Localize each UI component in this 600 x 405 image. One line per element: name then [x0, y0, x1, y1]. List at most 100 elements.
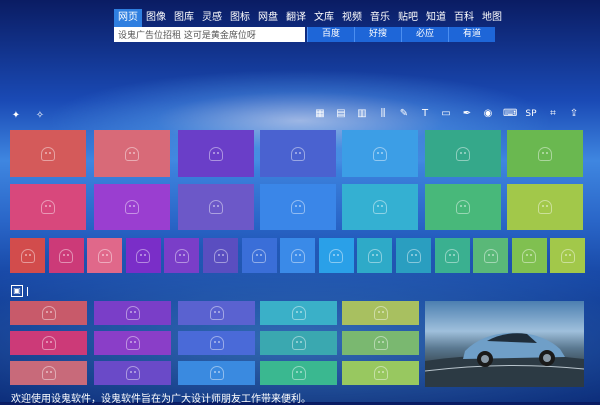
tab-translate[interactable]: 翻译 — [282, 9, 310, 27]
shortcut-tile-small[interactable] — [125, 238, 161, 273]
shortcut-tile-small[interactable] — [511, 238, 547, 273]
tab-video[interactable]: 视频 — [338, 9, 366, 27]
shortcut-tile[interactable] — [342, 130, 418, 177]
section2-header: ▣ — [11, 285, 28, 297]
equalizer-icon[interactable]: ⫼ — [377, 108, 389, 120]
ghost-logo-icon — [209, 146, 223, 161]
shortcut-tile-wide[interactable] — [260, 331, 337, 355]
shortcut-tile-wide[interactable] — [10, 361, 87, 385]
keyboard-icon[interactable]: ⌨ — [503, 108, 517, 120]
shortcut-tile-small[interactable] — [318, 238, 354, 273]
ghost-logo-icon — [291, 146, 305, 161]
search-input[interactable] — [114, 27, 305, 42]
ghost-logo-icon — [41, 306, 56, 320]
note-icon[interactable]: ▭ — [440, 108, 452, 120]
tab-tieba[interactable]: 贴吧 — [394, 9, 422, 27]
toolbar: ✦ ✧ ▦ ▤ ▥ ⫼ ✎ T ▭ ✒ ◉ ⌨ SP ⌗ ⇪ — [0, 108, 600, 124]
shortcut-tile[interactable] — [94, 184, 170, 230]
shortcut-tile-small[interactable] — [280, 238, 316, 273]
ghost-logo-icon — [209, 366, 224, 380]
shortcut-tile-small[interactable] — [48, 238, 84, 273]
shortcut-tile-wide[interactable] — [10, 301, 87, 325]
shortcut-tile-small[interactable] — [396, 238, 431, 273]
pencil-icon[interactable]: ✎ — [398, 108, 410, 120]
tab-map[interactable]: 地图 — [478, 9, 506, 27]
shortcut-tile-small[interactable] — [241, 238, 277, 273]
ghost-logo-icon — [291, 200, 305, 214]
shortcut-tile-wide[interactable] — [342, 361, 419, 385]
calculator-icon[interactable]: ▦ — [314, 108, 326, 120]
ghost-logo-icon — [291, 306, 306, 320]
engine-bing-button[interactable]: 必应 — [401, 27, 448, 42]
ghost-logo-icon — [406, 248, 421, 263]
tab-gallery[interactable]: 图库 — [170, 9, 198, 27]
tab-inspiration[interactable]: 灵感 — [198, 9, 226, 27]
tab-zhidao[interactable]: 知道 — [422, 9, 450, 27]
shortcut-tile-wide[interactable] — [260, 361, 337, 385]
shortcut-tile[interactable] — [10, 130, 86, 177]
ghost-logo-icon — [41, 200, 55, 214]
sp-icon[interactable]: SP — [524, 108, 538, 120]
export-icon[interactable]: ⇪ — [568, 108, 580, 120]
sports-car-image[interactable] — [425, 301, 584, 387]
shortcut-tile[interactable] — [260, 184, 336, 230]
ghost-logo-icon — [445, 248, 460, 263]
compass-icon[interactable]: ✦ — [10, 110, 22, 122]
color-wheel-icon[interactable]: ◉ — [482, 108, 494, 120]
engine-haosou-button[interactable]: 好搜 — [354, 27, 401, 42]
crop-icon[interactable]: ⌗ — [547, 108, 559, 120]
shortcut-tile-small[interactable] — [164, 238, 200, 273]
tab-web[interactable]: 网页 — [114, 9, 142, 27]
shortcut-tile[interactable] — [260, 130, 336, 177]
shortcut-tile-small[interactable] — [550, 238, 586, 273]
ghost-logo-icon — [291, 336, 306, 350]
shortcut-tile-wide[interactable] — [178, 301, 255, 325]
engine-youdao-button[interactable]: 有道 — [448, 27, 495, 42]
shortcut-tile-small[interactable] — [434, 238, 470, 273]
text-tool-icon[interactable]: T — [419, 108, 431, 120]
shortcut-tile-wide[interactable] — [342, 301, 419, 325]
engine-baidu-button[interactable]: 百度 — [307, 27, 354, 42]
tab-images[interactable]: 图像 — [142, 9, 170, 27]
shortcut-tile-wide[interactable] — [94, 301, 171, 325]
ghost-logo-icon — [125, 200, 139, 214]
tab-baike[interactable]: 百科 — [450, 9, 478, 27]
shortcut-tile[interactable] — [425, 184, 501, 230]
ghost-logo-icon — [538, 146, 552, 161]
notepad-icon[interactable]: ▥ — [356, 108, 368, 120]
shortcut-tile[interactable] — [178, 130, 254, 177]
ghost-logo-icon — [125, 366, 140, 380]
shortcut-tile-wide[interactable] — [94, 361, 171, 385]
shortcut-tile[interactable] — [507, 130, 583, 177]
shortcut-tile[interactable] — [178, 184, 254, 230]
shortcut-tile[interactable] — [342, 184, 418, 230]
shortcut-tile[interactable] — [507, 184, 583, 230]
ghost-logo-icon — [373, 366, 388, 380]
ghost-logo-icon — [373, 336, 388, 350]
tab-library[interactable]: 文库 — [310, 9, 338, 27]
shortcut-tile-small[interactable] — [473, 238, 509, 273]
shortcut-tile-small[interactable] — [357, 238, 393, 273]
shortcut-tile[interactable] — [10, 184, 86, 230]
ghost-logo-icon — [456, 146, 470, 161]
shortcut-tile-wide[interactable] — [178, 361, 255, 385]
tab-netdisk[interactable]: 网盘 — [254, 9, 282, 27]
shortcut-tile[interactable] — [94, 130, 170, 177]
magic-wand-icon[interactable]: ✧ — [34, 110, 46, 122]
shortcut-tile-small[interactable] — [87, 238, 123, 273]
shortcut-tile-wide[interactable] — [94, 331, 171, 355]
shortcut-tile-small[interactable] — [203, 238, 238, 273]
shortcut-tile[interactable] — [425, 130, 501, 177]
ghost-logo-icon — [367, 248, 382, 263]
shortcut-tile-wide[interactable] — [178, 331, 255, 355]
tab-music[interactable]: 音乐 — [366, 9, 394, 27]
shortcut-tile-small[interactable] — [10, 238, 45, 273]
shortcut-tile-wide[interactable] — [10, 331, 87, 355]
ghost-logo-icon — [560, 248, 575, 263]
shortcut-tile-wide[interactable] — [342, 331, 419, 355]
tab-icons[interactable]: 图标 — [226, 9, 254, 27]
eyedropper-icon[interactable]: ✒ — [461, 108, 473, 120]
shortcut-tile-wide[interactable] — [260, 301, 337, 325]
section-marker-icon: ▣ — [11, 285, 23, 297]
document-icon[interactable]: ▤ — [335, 108, 347, 120]
